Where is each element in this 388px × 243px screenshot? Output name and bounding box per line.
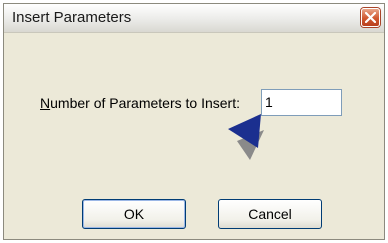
close-icon xyxy=(365,12,376,23)
close-button[interactable] xyxy=(361,8,380,27)
window-title: Insert Parameters xyxy=(12,9,132,26)
label-mnemonic: N xyxy=(40,95,51,111)
parameter-count-label: Number of Parameters to Insert: xyxy=(40,95,240,111)
title-bar[interactable]: Insert Parameters xyxy=(4,4,384,33)
cancel-button[interactable]: Cancel xyxy=(218,199,322,229)
ok-button[interactable]: OK xyxy=(82,199,186,229)
label-text: umber of Parameters to Insert: xyxy=(50,95,240,111)
pointer-arrow-icon xyxy=(228,114,264,160)
insert-parameters-dialog: Insert Parameters Number of Parameters t… xyxy=(3,3,385,240)
